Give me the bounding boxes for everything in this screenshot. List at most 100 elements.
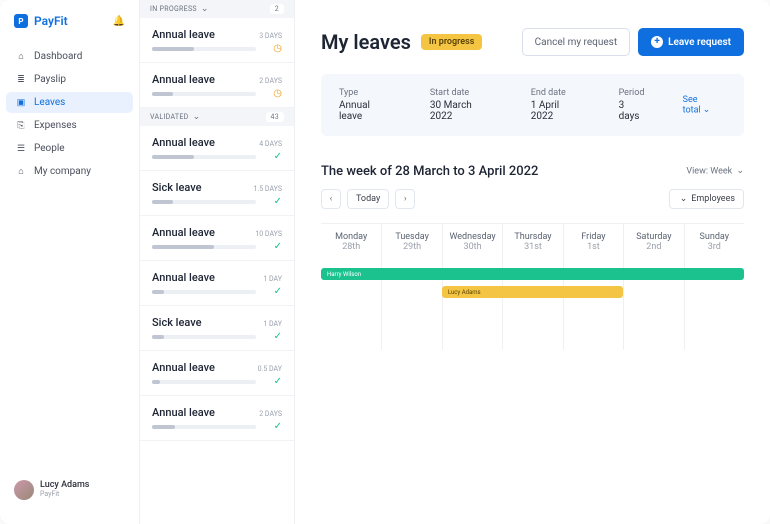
list-section-header[interactable]: VALIDATED 43: [140, 108, 294, 126]
leave-list-item[interactable]: Sick leave 1.5 DAYS ✓: [140, 171, 294, 216]
sidebar-item-dashboard[interactable]: ⌂ Dashboard: [6, 46, 133, 67]
brand-name: PayFit: [34, 14, 68, 28]
calendar-leave-bar[interactable]: Lucy Adams: [442, 286, 623, 298]
calendar-day-header: Friday1st: [563, 224, 623, 260]
nav-label: Leaves: [34, 97, 65, 108]
calendar-day-header: Thursday31st: [502, 224, 562, 260]
leave-list-item[interactable]: Sick leave 1 DAY ✓: [140, 306, 294, 351]
see-total-link[interactable]: See total: [683, 95, 726, 115]
user-block[interactable]: Lucy Adams PayFit: [0, 470, 139, 510]
summary-end-value: 1 April 2022: [531, 100, 583, 122]
nav-icon: ⌂: [16, 52, 26, 62]
view-selector[interactable]: View: Week: [686, 166, 744, 176]
calendar-leave-bar[interactable]: Harry Wilson: [321, 268, 744, 280]
summary-period-value: 3 days: [619, 100, 647, 122]
nav-icon: ≣: [16, 75, 26, 85]
chevron-down-icon: [734, 167, 744, 177]
avatar: [14, 480, 34, 500]
leave-item-title: Annual leave: [152, 406, 215, 419]
check-icon: ✓: [274, 286, 282, 297]
section-count: 43: [266, 112, 284, 122]
section-count: 2: [270, 4, 284, 14]
check-icon: ✓: [274, 376, 282, 387]
sidebar-item-people[interactable]: ☰ People: [6, 138, 133, 159]
page-header: My leaves In progress Cancel my request …: [321, 28, 744, 56]
clock-icon: ◷: [273, 88, 282, 99]
today-button[interactable]: Today: [347, 189, 389, 209]
nav-icon: ▣: [16, 98, 26, 108]
nav-label: Dashboard: [34, 51, 82, 62]
leave-list-item[interactable]: Annual leave 3 DAYS ◷: [140, 18, 294, 63]
leave-item-title: Annual leave: [152, 136, 215, 149]
leave-item-days: 2 DAYS: [259, 410, 282, 418]
sidebar: P PayFit 🔔 ⌂ Dashboard ≣ Payslip ▣ Leaves ⎘ Exp…: [0, 0, 140, 524]
chevron-down-icon: [678, 194, 688, 204]
calendar-day-header: Tuesday29th: [381, 224, 441, 260]
leave-item-days: 10 DAYS: [255, 230, 282, 238]
leave-item-title: Sick leave: [152, 181, 202, 194]
clock-icon: ◷: [273, 43, 282, 54]
leave-list-item[interactable]: Annual leave 2 DAYS ◷: [140, 63, 294, 108]
summary-end-label: End date: [531, 88, 583, 98]
status-badge: In progress: [421, 34, 483, 50]
prev-week-button[interactable]: ‹: [321, 189, 341, 209]
page-title: My leaves: [321, 30, 411, 54]
calendar: Monday28thTuesday29thWednesday30thThursd…: [321, 223, 744, 350]
leave-item-days: 3 DAYS: [259, 32, 282, 40]
employees-filter-button[interactable]: Employees: [669, 189, 744, 209]
leave-list-item[interactable]: Annual leave 2 DAYS ✓: [140, 396, 294, 441]
user-subtitle: PayFit: [40, 491, 89, 499]
nav-icon: ⎘: [16, 121, 26, 131]
check-icon: ✓: [274, 241, 282, 252]
cancel-request-button[interactable]: Cancel my request: [522, 28, 630, 56]
calendar-day-header: Sunday3rd: [684, 224, 744, 260]
next-week-button[interactable]: ›: [395, 189, 415, 209]
leave-item-days: 2 DAYS: [259, 77, 282, 85]
leave-item-days: 1.5 DAYS: [253, 185, 282, 193]
nav-icon: ☰: [16, 144, 26, 154]
week-title: The week of 28 March to 3 April 2022: [321, 164, 538, 179]
calendar-day-header: Monday28th: [321, 224, 381, 260]
check-icon: ✓: [274, 331, 282, 342]
leave-summary: Type Annual leave Start date 30 March 20…: [321, 74, 744, 136]
main: My leaves In progress Cancel my request …: [295, 0, 770, 524]
leave-list-item[interactable]: Annual leave0.5 DAY✓: [140, 351, 294, 396]
sidebar-item-expenses[interactable]: ⎘ Expenses: [6, 115, 133, 136]
nav-label: People: [34, 143, 65, 154]
sidebar-item-leaves[interactable]: ▣ Leaves: [6, 92, 133, 113]
sidebar-item-my-company[interactable]: ⌂ My company: [6, 161, 133, 182]
list-section-header[interactable]: IN PROGRESS 2: [140, 0, 294, 18]
check-icon: ✓: [274, 421, 282, 432]
sidebar-item-payslip[interactable]: ≣ Payslip: [6, 69, 133, 90]
brand-logo: P: [14, 14, 28, 28]
check-icon: ✓: [274, 151, 282, 162]
leave-request-button[interactable]: + Leave request: [638, 28, 744, 56]
leave-item-days: 1 DAY: [263, 320, 282, 328]
check-icon: ✓: [274, 196, 282, 207]
leave-item-days: 4 DAYS: [259, 140, 282, 148]
leave-list-item[interactable]: Annual leave10 DAYS✓: [140, 216, 294, 261]
leave-list-column: IN PROGRESS 2Annual leave3 DAYS◷Annual l…: [140, 0, 295, 524]
summary-start-label: Start date: [430, 88, 495, 98]
week-header: The week of 28 March to 3 April 2022 Vie…: [321, 164, 744, 179]
leave-item-days: 1 DAY: [263, 275, 282, 283]
notifications-icon[interactable]: 🔔: [113, 16, 125, 27]
leave-list-item[interactable]: Annual leave 4 DAYS ✓: [140, 126, 294, 171]
summary-start-value: 30 March 2022: [430, 100, 495, 122]
calendar-controls: ‹ Today › Employees: [321, 189, 744, 209]
leave-item-title: Annual leave: [152, 73, 215, 86]
leave-item-title: Sick leave: [152, 316, 202, 329]
chevron-down-icon: [199, 5, 209, 13]
nav-label: Payslip: [34, 74, 66, 85]
leave-list-item[interactable]: Annual leave1 DAY✓: [140, 261, 294, 306]
chevron-down-icon: [191, 113, 201, 121]
plus-icon: +: [651, 36, 663, 48]
leave-item-title: Annual leave: [152, 28, 215, 41]
calendar-day-header: Wednesday30th: [442, 224, 502, 260]
summary-period-label: Period: [619, 88, 647, 98]
nav-label: My company: [34, 166, 91, 177]
summary-type-value: Annual leave: [339, 100, 394, 122]
nav-label: Expenses: [34, 120, 77, 131]
brand: P PayFit 🔔: [0, 14, 139, 42]
nav-icon: ⌂: [16, 167, 26, 177]
